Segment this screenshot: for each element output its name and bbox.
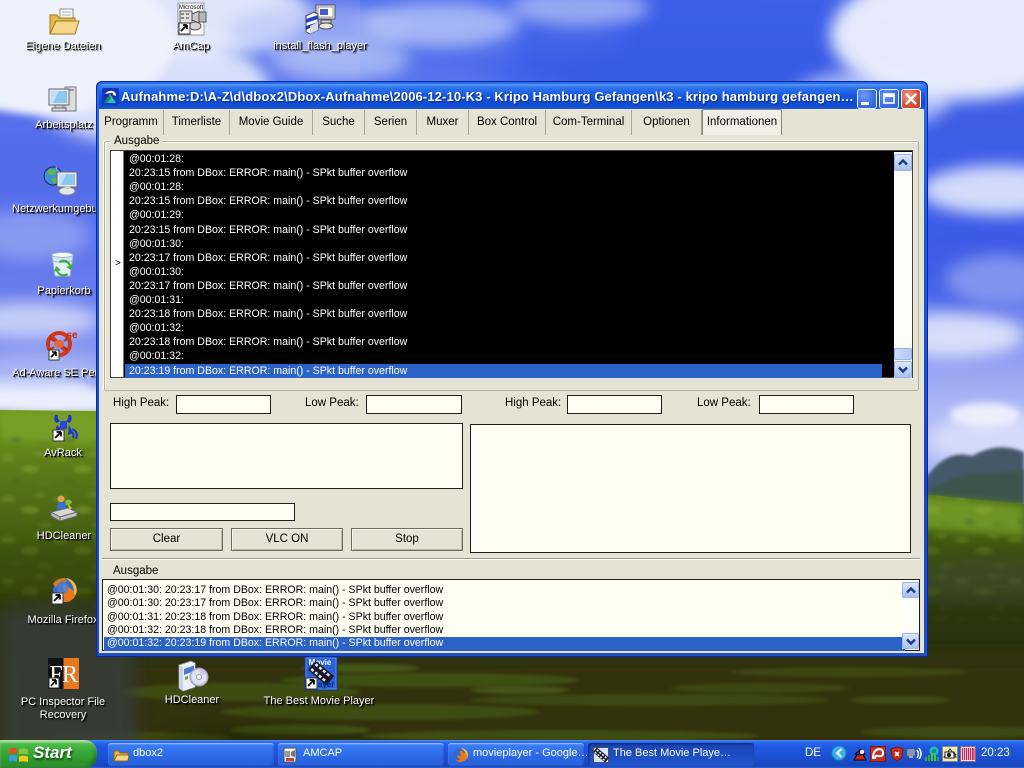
svg-text:layer: layer: [316, 680, 335, 689]
svg-text:Microsoft: Microsoft: [179, 5, 204, 11]
svg-text:R: R: [62, 662, 78, 688]
